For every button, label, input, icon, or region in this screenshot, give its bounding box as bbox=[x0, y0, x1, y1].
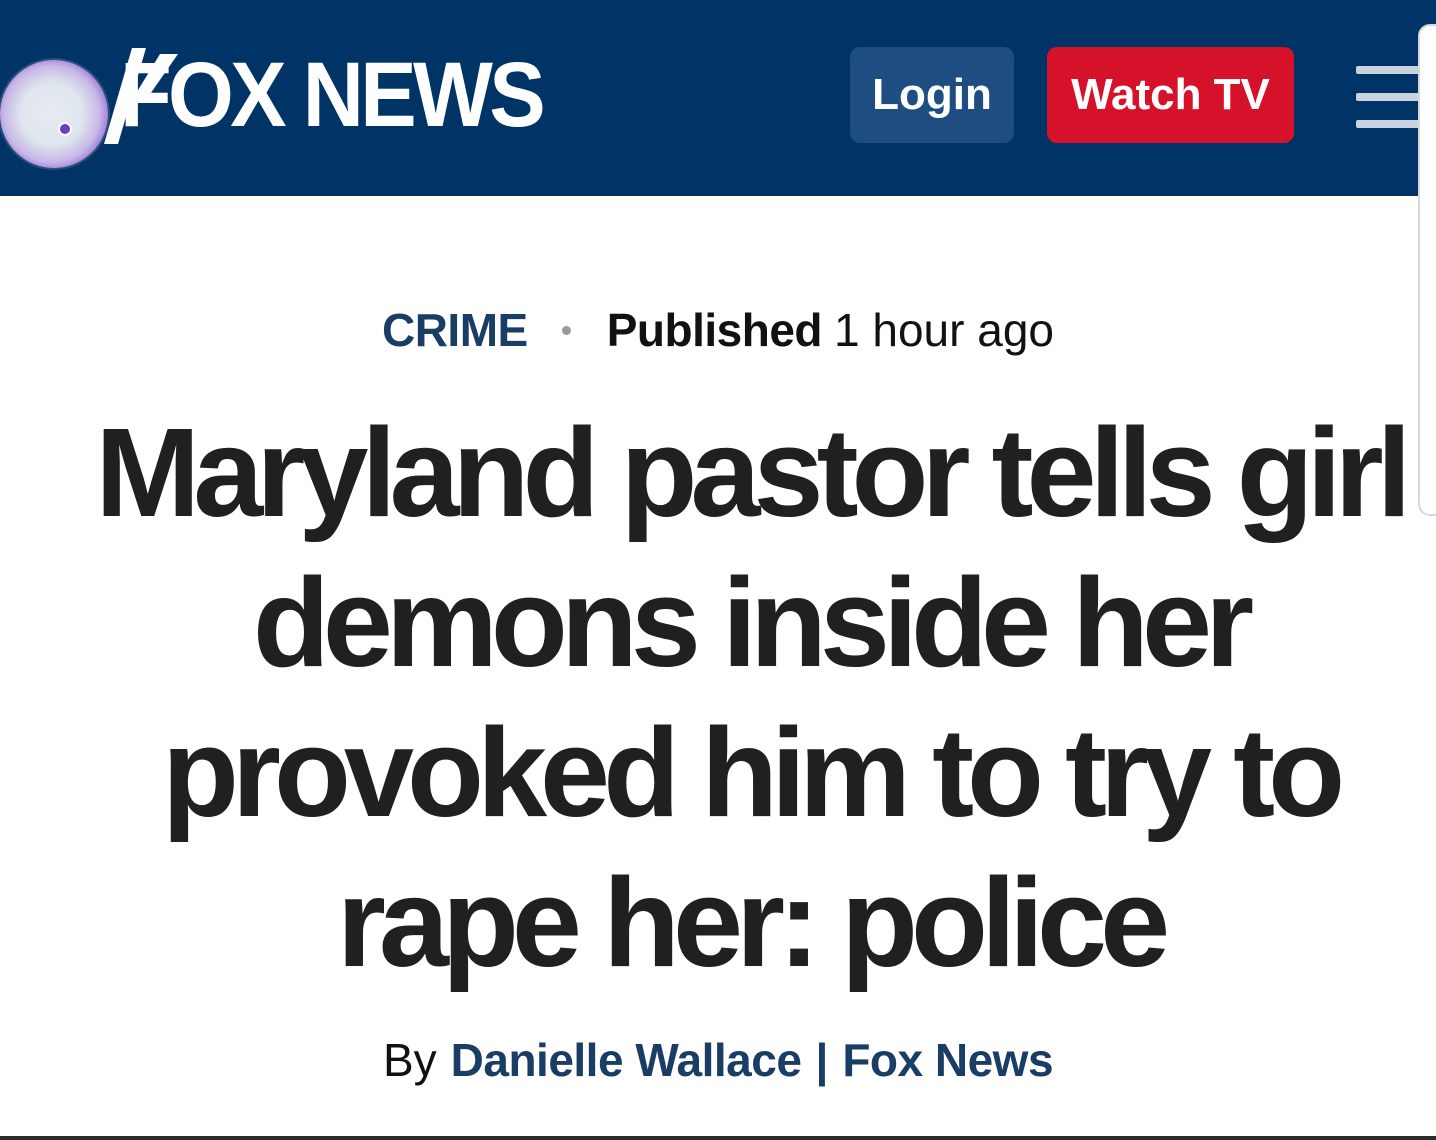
author-link[interactable]: Danielle Wallace bbox=[451, 1033, 802, 1087]
assistant-dot bbox=[58, 122, 72, 136]
headline-line: Maryland pastor tells girl bbox=[95, 402, 1411, 543]
published-label: Published bbox=[606, 304, 823, 356]
eyebrow-separator-dot bbox=[561, 325, 571, 335]
site-header: FOX NEWS Login Watch TV bbox=[0, 0, 1436, 196]
login-button[interactable]: Login bbox=[850, 47, 1014, 143]
article-headline: Maryland pastor tells girl demons inside… bbox=[60, 398, 1436, 998]
byline-prefix: By bbox=[382, 1034, 437, 1086]
article-eyebrow: CRIME Published 1 hour ago bbox=[0, 300, 1436, 360]
fox-news-logo[interactable]: FOX NEWS bbox=[62, 40, 579, 150]
source-link[interactable]: Fox News bbox=[842, 1033, 1053, 1087]
category-link[interactable]: CRIME bbox=[382, 303, 528, 357]
bottom-divider bbox=[0, 1136, 1436, 1140]
assistant-bubble-icon[interactable] bbox=[0, 60, 108, 168]
headline-line: rape her: police bbox=[336, 852, 1170, 993]
watch-tv-button[interactable]: Watch TV bbox=[1047, 47, 1294, 143]
article-byline: By Danielle Wallace | Fox News bbox=[0, 1030, 1436, 1090]
brand-name: FOX NEWS bbox=[120, 44, 546, 146]
byline-separator: | bbox=[815, 1034, 829, 1086]
article-page: FOX NEWS Login Watch TV CRIME Published … bbox=[0, 0, 1436, 1140]
headline-line: demons inside her bbox=[252, 552, 1254, 693]
headline-line: provoked him to try to bbox=[161, 702, 1345, 843]
published-time: 1 hour ago bbox=[834, 304, 1054, 356]
